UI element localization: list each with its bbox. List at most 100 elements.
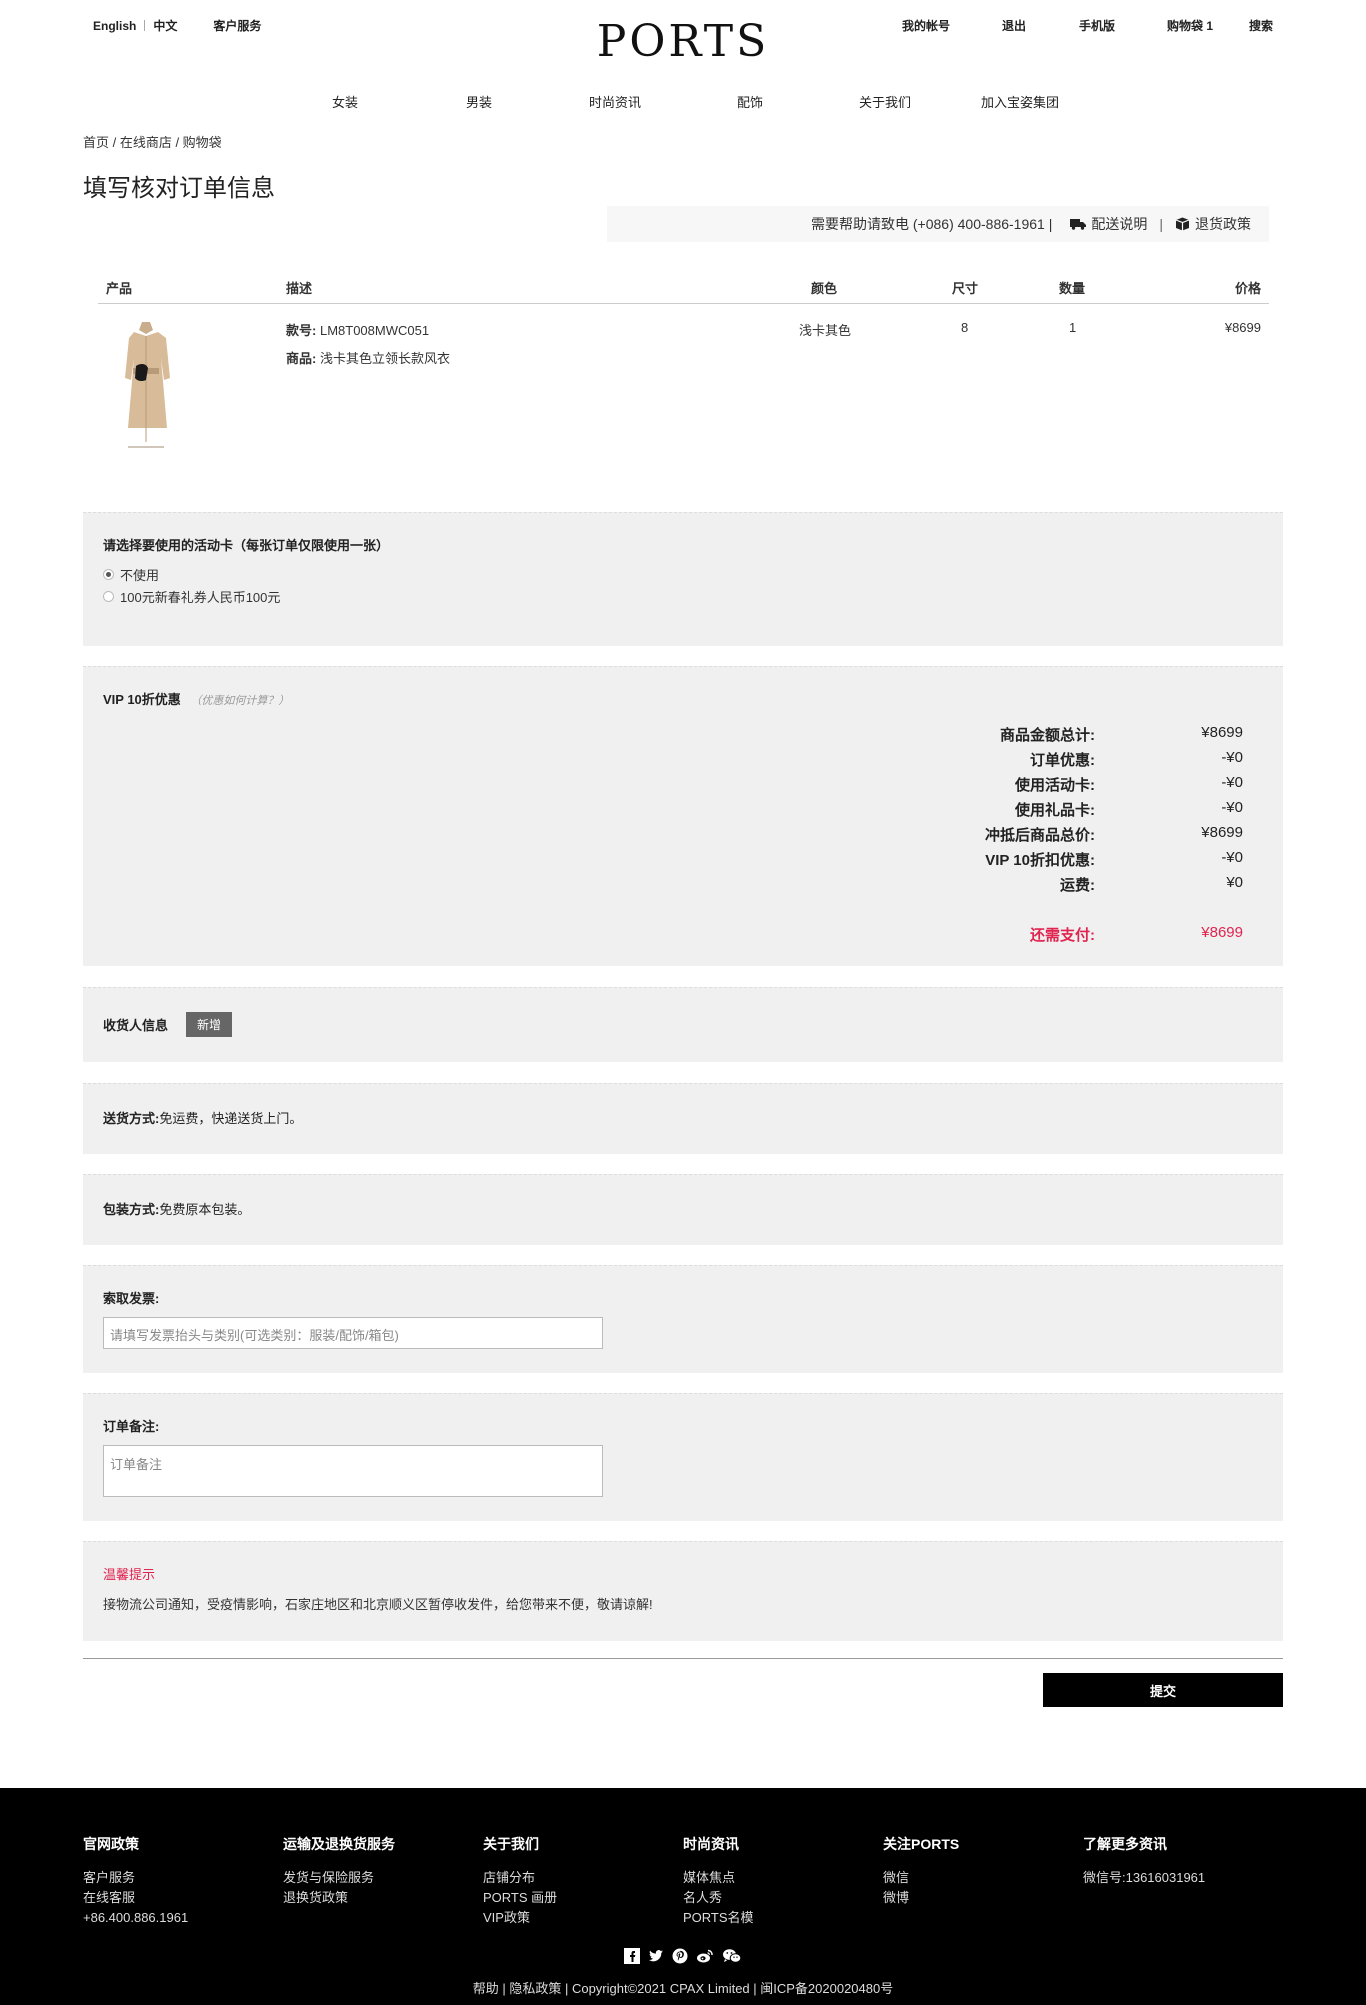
delivery-info-label: 配送说明 xyxy=(1091,216,1148,232)
shopping-bag-link[interactable]: 购物袋 1 xyxy=(1167,17,1213,34)
name-label: 商品: xyxy=(286,351,317,366)
footer-link[interactable]: 微信 xyxy=(883,1868,959,1888)
nav-accessories[interactable]: 配饰 xyxy=(737,92,763,111)
help-phone-text: 需要帮助请致电 (+086) 400-886-1961 | xyxy=(811,216,1053,232)
search-link[interactable]: 搜索 xyxy=(1249,17,1273,34)
footer-heading: 官网政策 xyxy=(83,1836,139,1852)
footer-link[interactable]: PORTS 画册 xyxy=(483,1888,557,1908)
footer-link[interactable]: VIP政策 xyxy=(483,1908,557,1928)
footer-col-news: 时尚资讯 媒体焦点 名人秀 PORTS名模 xyxy=(683,1834,754,1928)
submit-button[interactable]: 提交 xyxy=(1043,1673,1283,1707)
page-title: 填写核对订单信息 xyxy=(83,175,275,202)
weibo-icon[interactable] xyxy=(696,1948,714,1964)
summary-row: VIP 10折扣优惠: -¥0 xyxy=(943,849,1243,871)
notice-text: 接物流公司通知，受疫情影响，石家庄地区和北京顺义区暂停收发件，给您带来不便，敬请… xyxy=(103,1597,653,1612)
amount-due-label: 还需支付: xyxy=(1030,927,1095,944)
customer-service-link[interactable]: 客户服务 xyxy=(213,17,261,34)
footer-link[interactable]: 发货与保险服务 xyxy=(283,1868,395,1888)
divider xyxy=(83,1658,1283,1659)
consignee-row: 收货人信息 新增 xyxy=(103,1012,233,1037)
summary-row: 使用活动卡: -¥0 xyxy=(943,774,1243,796)
delivery-info-link[interactable]: 配送说明 xyxy=(1070,214,1147,234)
footer-col-more: 了解更多资讯 微信号:13616031961 xyxy=(1083,1834,1205,1888)
footer-link[interactable]: 媒体焦点 xyxy=(683,1868,754,1888)
summary-row: 商品金额总计: ¥8699 xyxy=(943,724,1243,746)
nav-about-us[interactable]: 关于我们 xyxy=(859,92,911,111)
name-value[interactable]: 浅卡其色立领长款风衣 xyxy=(320,351,450,366)
twitter-icon[interactable] xyxy=(648,1948,664,1964)
help-divider: | xyxy=(1159,216,1163,232)
box-icon xyxy=(1175,217,1190,231)
summary-row: 使用礼品卡: -¥0 xyxy=(943,799,1243,821)
summary-value: -¥0 xyxy=(1221,849,1243,866)
shipping-section: 送货方式:免运费，快递送货上门。 xyxy=(83,1083,1283,1154)
facebook-icon[interactable] xyxy=(624,1948,640,1964)
invoice-input[interactable]: 请填写发票抬头与类别(可选类别：服装/配饰/箱包) xyxy=(103,1317,603,1349)
footer-col-follow: 关注PORTS 微信 微博 xyxy=(883,1834,959,1908)
product-image[interactable] xyxy=(106,318,186,450)
footer-link[interactable]: 在线客服 xyxy=(83,1888,188,1908)
product-quantity: 1 xyxy=(1069,320,1077,335)
nav-join-us[interactable]: 加入宝姿集团 xyxy=(981,92,1059,111)
footer-link[interactable]: 微博 xyxy=(883,1888,959,1908)
packing-row: 包装方式:免费原本包装。 xyxy=(103,1199,250,1218)
vip-hint-link[interactable]: （优惠如何计算？） xyxy=(190,695,289,707)
col-size: 尺寸 xyxy=(952,281,979,296)
coupon-option-none[interactable]: 不使用 xyxy=(103,565,159,584)
packing-value: 免费原本包装。 xyxy=(159,1202,251,1217)
summary-label: 使用活动卡: xyxy=(1015,777,1095,794)
footer-link[interactable]: 店铺分布 xyxy=(483,1868,557,1888)
sku-value: LM8T008MWC051 xyxy=(319,323,430,338)
footer-link[interactable]: 退换货政策 xyxy=(283,1888,395,1908)
lang-chinese-link[interactable]: 中文 xyxy=(153,17,177,34)
copyright-bar[interactable]: 帮助 | 隐私政策 | Copyright©2021 CPAX Limited … xyxy=(0,1978,1366,1997)
remarks-textarea[interactable]: 订单备注 xyxy=(103,1445,603,1497)
footer-heading: 运输及退换货服务 xyxy=(283,1836,395,1852)
coupon-option-label: 100元新春礼券人民币100元 xyxy=(120,590,281,605)
coupon-title: 请选择要使用的活动卡（每张订单仅限使用一张） xyxy=(103,538,390,553)
add-address-button[interactable]: 新增 xyxy=(186,1012,233,1037)
summary-value: -¥0 xyxy=(1221,774,1243,791)
invoice-section: 索取发票: 请填写发票抬头与类别(可选类别：服装/配饰/箱包) xyxy=(83,1265,1283,1373)
footer-heading: 关注PORTS xyxy=(883,1836,960,1852)
footer-link[interactable]: +86.400.886.1961 xyxy=(83,1908,188,1928)
breadcrumb[interactable]: 首页 / 在线商店 / 购物袋 xyxy=(83,132,222,151)
coupon-option-100[interactable]: 100元新春礼券人民币100元 xyxy=(103,587,280,606)
mobile-link[interactable]: 手机版 xyxy=(1079,17,1115,34)
footer: 官网政策 客户服务 在线客服 +86.400.886.1961 运输及退换货服务… xyxy=(0,1788,1366,2005)
packing-section: 包装方式:免费原本包装。 xyxy=(83,1174,1283,1245)
return-policy-link[interactable]: 退货政策 xyxy=(1175,214,1251,234)
nav-men[interactable]: 男装 xyxy=(466,92,492,111)
table-header: 产品 描述 颜色 尺寸 数量 价格 xyxy=(98,272,1269,304)
amount-due-value: ¥8699 xyxy=(1201,924,1243,941)
footer-link[interactable]: PORTS名模 xyxy=(683,1908,754,1928)
lang-english-link[interactable]: English xyxy=(93,19,136,33)
nav-women[interactable]: 女装 xyxy=(332,92,358,111)
footer-link[interactable]: 名人秀 xyxy=(683,1888,754,1908)
summary-row: 订单优惠: -¥0 xyxy=(943,749,1243,771)
remarks-section: 订单备注: 订单备注 xyxy=(83,1393,1283,1521)
footer-heading: 了解更多资讯 xyxy=(1083,1836,1167,1852)
packing-label: 包装方式: xyxy=(103,1202,160,1217)
summary-label: 使用礼品卡: xyxy=(1015,802,1095,819)
consignee-label: 收货人信息 xyxy=(103,1018,169,1033)
sku-label: 款号: xyxy=(286,323,317,338)
col-description: 描述 xyxy=(286,281,313,296)
site-logo[interactable]: PORTS xyxy=(597,16,770,67)
footer-link[interactable]: 客户服务 xyxy=(83,1868,188,1888)
footer-heading: 关于我们 xyxy=(483,1836,539,1852)
footer-col-shipping: 运输及退换货服务 发货与保险服务 退换货政策 xyxy=(283,1834,395,1908)
summary-label: 订单优惠: xyxy=(1030,752,1095,769)
col-product: 产品 xyxy=(106,281,133,296)
radio-checked[interactable] xyxy=(103,569,114,580)
logout-link[interactable]: 退出 xyxy=(1002,17,1026,34)
wechat-icon[interactable] xyxy=(722,1948,742,1964)
pinterest-icon[interactable] xyxy=(672,1948,688,1964)
my-account-link[interactable]: 我的帐号 xyxy=(902,17,950,34)
table-row: 款号: LM8T008MWC051 商品: 浅卡其色立领长款风衣 浅卡其色 8 … xyxy=(98,304,1269,454)
invoice-label: 索取发票: xyxy=(103,1291,160,1306)
social-icons xyxy=(0,1948,1366,1964)
summary-row: 冲抵后商品总价: ¥8699 xyxy=(943,824,1243,846)
radio-unchecked[interactable] xyxy=(103,591,114,602)
nav-fashion-news[interactable]: 时尚资讯 xyxy=(589,92,641,111)
